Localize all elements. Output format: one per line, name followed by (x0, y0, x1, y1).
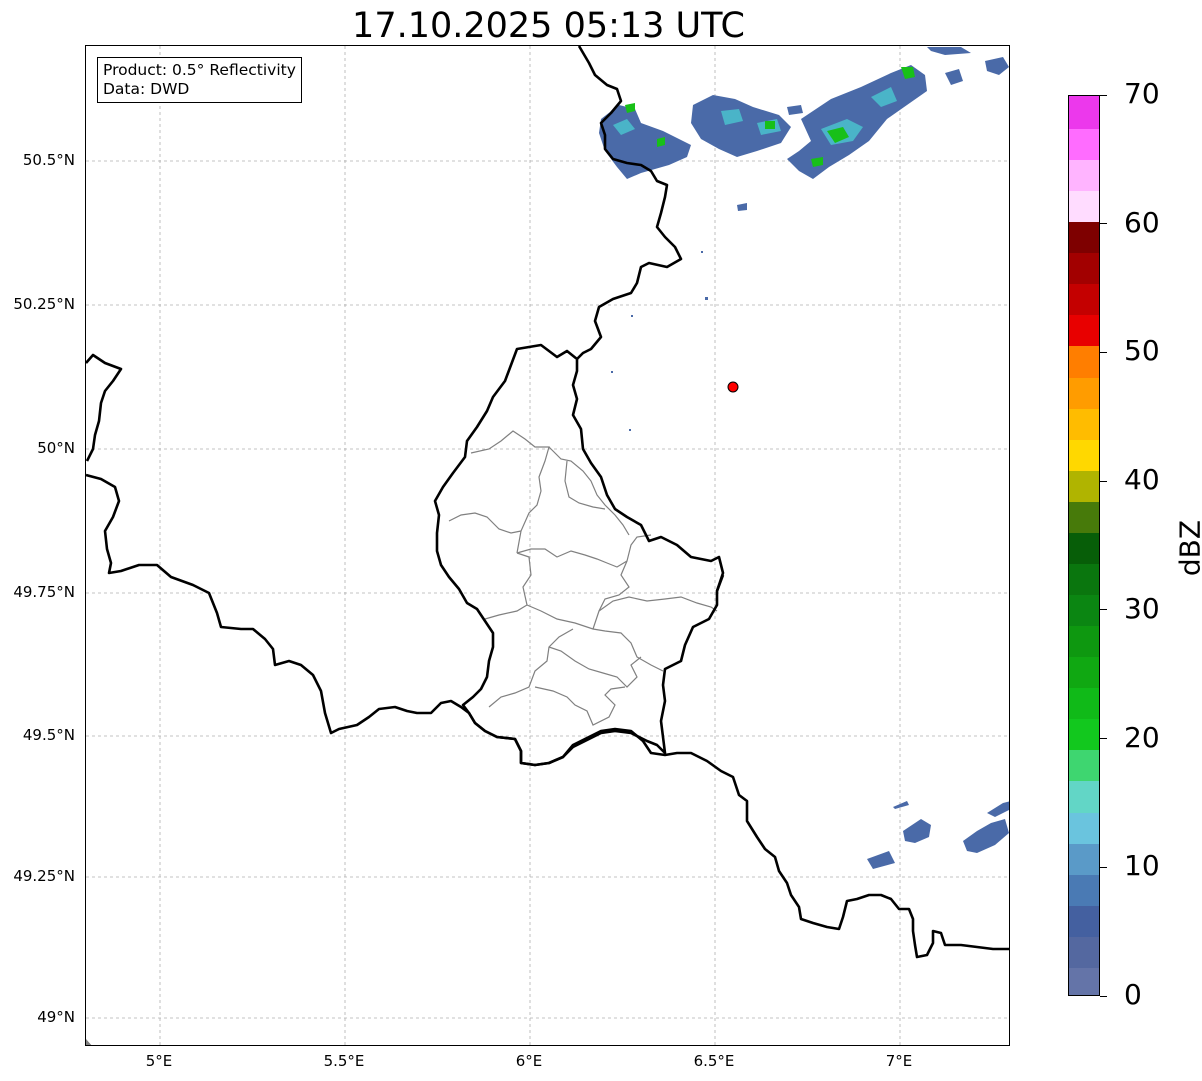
lon-label-7: 7°E (885, 1052, 913, 1070)
product-label: Product: 0.5° Reflectivity (103, 61, 296, 79)
colorbar-segment (1069, 220, 1099, 254)
colorbar-segment (1069, 468, 1099, 502)
colorbar (1068, 95, 1100, 996)
colorbar-segment (1069, 189, 1099, 223)
colorbar-tick-mark (1100, 351, 1107, 353)
lat-label-50: 50°N (37, 439, 75, 457)
colorbar-tick-label: 40 (1124, 463, 1160, 497)
colorbar-segment (1069, 686, 1099, 720)
lon-label-6-5: 6.5°E (693, 1052, 735, 1070)
colorbar-segment (1069, 406, 1099, 440)
data-source-label: Data: DWD (103, 80, 190, 98)
border-belgium-north (86, 353, 123, 462)
lon-label-5-5: 5.5°E (323, 1052, 365, 1070)
colorbar-tick-mark (1100, 480, 1107, 482)
colorbar-segment (1069, 499, 1099, 533)
echo-cluster-southeast (867, 801, 1009, 869)
colorbar-segment (1069, 313, 1099, 347)
corner-artifact (86, 1039, 92, 1045)
colorbar-tick-label: 10 (1124, 849, 1160, 883)
colorbar-segment (1069, 872, 1099, 906)
colorbar-tick-mark (1100, 866, 1107, 868)
lat-label-49-25: 49.25°N (13, 867, 75, 885)
lon-label-6: 6°E (515, 1052, 543, 1070)
colorbar-segment (1069, 779, 1099, 813)
colorbar-segment (1069, 282, 1099, 316)
colorbar-tick-label: 20 (1124, 720, 1160, 754)
colorbar-segment (1069, 965, 1099, 995)
colorbar-segment (1069, 593, 1099, 627)
colorbar-tick-mark (1100, 94, 1107, 96)
colorbar-tick-label: 50 (1124, 334, 1160, 368)
colorbar-label: dBZ (1173, 519, 1202, 577)
lon-label-5: 5°E (145, 1052, 173, 1070)
lat-label-50-25: 50.25°N (13, 295, 75, 313)
border-germany-east-stub (715, 574, 725, 592)
colorbar-segment (1069, 903, 1099, 937)
colorbar-segment (1069, 810, 1099, 844)
map-title: 17.10.2025 05:13 UTC (352, 6, 745, 46)
colorbar-segment (1069, 437, 1099, 471)
colorbar-segment (1069, 934, 1099, 968)
colorbar-segment (1069, 127, 1099, 161)
border-france-north (86, 473, 1009, 959)
colorbar-segment (1069, 562, 1099, 596)
radar-map[interactable] (85, 45, 1010, 1046)
echo-specks (611, 251, 708, 431)
country-borders (86, 46, 1009, 959)
colorbar-segment (1069, 96, 1099, 129)
colorbar-tick-label: 0 (1124, 978, 1142, 1011)
colorbar-tick-label: 30 (1124, 591, 1160, 625)
colorbar-segment (1069, 624, 1099, 658)
colorbar-tick-mark (1100, 609, 1107, 611)
lat-label-49-5: 49.5°N (22, 726, 75, 744)
province-boundaries (448, 430, 718, 726)
lat-label-50-5: 50.5°N (22, 151, 75, 169)
colorbar-segment (1069, 158, 1099, 192)
colorbar-tick-mark (1100, 223, 1107, 225)
border-germany-west (576, 46, 683, 360)
colorbar-tick-mark (1100, 995, 1107, 997)
colorbar-tick-label: 60 (1124, 205, 1160, 239)
colorbar-segment (1069, 530, 1099, 564)
product-info-box: Product: 0.5° Reflectivity Data: DWD (97, 57, 302, 103)
colorbar-tick-mark (1100, 738, 1107, 740)
radar-site-marker (727, 381, 739, 393)
colorbar-segment (1069, 748, 1099, 782)
border-luxembourg (433, 343, 725, 767)
colorbar-segment (1069, 655, 1099, 689)
lat-label-49-75: 49.75°N (13, 583, 75, 601)
colorbar-segment (1069, 344, 1099, 378)
lat-label-49: 49°N (37, 1008, 75, 1026)
colorbar-segment (1069, 251, 1099, 285)
echo-cluster-north-mid (691, 95, 803, 211)
colorbar-segment (1069, 717, 1099, 751)
radar-echoes (599, 47, 1009, 869)
colorbar-segment (1069, 841, 1099, 875)
colorbar-segment (1069, 375, 1099, 409)
colorbar-tick-label: 70 (1124, 77, 1160, 110)
